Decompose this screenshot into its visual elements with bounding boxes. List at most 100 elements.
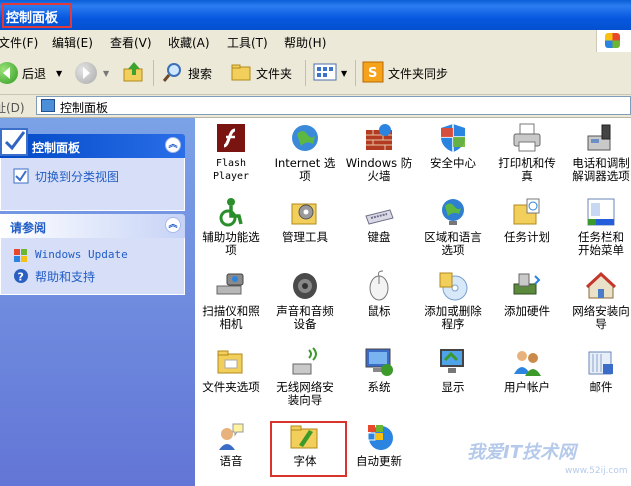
- control-panel-item-label: 无线网络安 装向导: [276, 380, 334, 407]
- menu-edit[interactable]: 编辑(E): [52, 34, 93, 51]
- see-also-header[interactable]: 请参阅 ︽: [0, 214, 185, 238]
- toolbar-separator: [153, 60, 154, 86]
- control-panel-item[interactable]: 打印机和传 真: [491, 122, 563, 183]
- hardware-icon: [511, 270, 543, 302]
- control-panel-item[interactable]: 语音: [195, 420, 267, 468]
- control-panel-item-label: 文件夹选项: [202, 380, 260, 394]
- control-panel-item[interactable]: Windows 防 火墙: [343, 122, 415, 183]
- control-panel-item-label: 自动更新: [356, 454, 402, 468]
- up-folder-button[interactable]: [122, 60, 146, 86]
- category-view-icon: [13, 168, 29, 184]
- collapse-chevron-icon[interactable]: ︽: [165, 217, 181, 233]
- sync-icon: S: [362, 61, 384, 86]
- scanner-icon: [215, 270, 247, 302]
- control-panel-item[interactable]: 安全中心: [417, 122, 489, 170]
- shield-icon: [437, 122, 469, 154]
- add-remove-icon: [437, 270, 469, 302]
- control-panel-item[interactable]: 电话和调制 解调器选项: [565, 122, 631, 183]
- address-input[interactable]: 控制面板: [36, 96, 631, 115]
- control-panel-item[interactable]: Internet 选 项: [269, 122, 341, 183]
- back-label: 后退: [22, 66, 47, 81]
- taskbar-icon: [585, 196, 617, 228]
- control-panel-item[interactable]: Flash Player: [195, 122, 267, 183]
- control-panel-item-label: Flash Player: [212, 158, 250, 182]
- views-icon: [313, 61, 337, 86]
- address-bar: 地址(D) 控制面板: [0, 95, 631, 118]
- control-panel-item[interactable]: 用户帐户: [491, 346, 563, 394]
- views-dropdown-icon[interactable]: ▼: [341, 69, 347, 78]
- search-icon: [162, 61, 184, 86]
- mouse-icon: [363, 270, 395, 302]
- menu-help[interactable]: 帮助(H): [284, 34, 326, 51]
- windows-update-link[interactable]: Windows Update: [1, 246, 184, 266]
- help-support-label: 帮助和支持: [35, 270, 96, 284]
- watermark: 我爱IT技术网 www.52ij.com: [457, 418, 631, 486]
- control-panel-item-label: 显示: [441, 380, 465, 394]
- switch-category-view-label: 切换到分类视图: [35, 170, 120, 184]
- network-home-icon: [585, 270, 617, 302]
- globe-icon: [289, 122, 321, 154]
- control-panel-item[interactable]: 声音和音频 设备: [269, 270, 341, 331]
- control-panel-item[interactable]: 无线网络安 装向导: [269, 346, 341, 407]
- watermark-text: 我爱IT技术网: [467, 442, 576, 463]
- back-button[interactable]: 后退 ▼: [0, 60, 62, 86]
- phone-icon: [585, 122, 617, 154]
- control-panel-item[interactable]: 自动更新: [343, 420, 415, 468]
- watermark-url: www.52ij.com: [565, 466, 628, 476]
- forward-dropdown-icon[interactable]: ▼: [103, 69, 109, 78]
- folder-options-icon: [215, 346, 247, 378]
- control-panel-panel-header[interactable]: 控制面板 ︽: [0, 128, 185, 158]
- control-panel-item[interactable]: 显示: [417, 346, 489, 394]
- control-panel-item[interactable]: 添加或删除 程序: [417, 270, 489, 331]
- control-panel-item[interactable]: 区域和语言 选项: [417, 196, 489, 257]
- search-button[interactable]: 搜索: [162, 60, 212, 86]
- help-icon: ?: [13, 268, 29, 284]
- control-panel-item-label: 鼠标: [367, 304, 391, 318]
- control-panel-item[interactable]: 管理工具: [269, 196, 341, 244]
- control-panel-item-label: 电话和调制 解调器选项: [572, 156, 630, 183]
- folder-sync-button[interactable]: S 文件夹同步: [362, 60, 448, 86]
- control-panel-item-label: 系统: [367, 380, 391, 394]
- control-panel-item-label: 扫描仪和照 相机: [202, 304, 260, 331]
- control-panel-item-label: Internet 选 项: [274, 156, 336, 183]
- control-panel-item-label: 打印机和传 真: [498, 156, 556, 183]
- control-panel-item-label: 管理工具: [282, 230, 328, 244]
- control-panel-item[interactable]: 任务计划: [491, 196, 563, 244]
- forward-button[interactable]: ▼: [75, 60, 109, 86]
- control-panel-item-label: 语音: [219, 454, 243, 468]
- windows-update-icon: [363, 420, 395, 452]
- control-panel-item[interactable]: 网络安装向 导: [565, 270, 631, 331]
- menu-favorites[interactable]: 收藏(A): [168, 34, 210, 51]
- svg-text:?: ?: [18, 271, 24, 284]
- svg-text:S: S: [368, 66, 377, 81]
- control-panel-item-label: Windows 防 火墙: [345, 156, 413, 183]
- help-support-link[interactable]: ? 帮助和支持: [1, 266, 184, 286]
- control-panel-item[interactable]: 键盘: [343, 196, 415, 244]
- back-dropdown-icon[interactable]: ▼: [56, 69, 62, 78]
- menu-view[interactable]: 查看(V): [110, 34, 152, 51]
- control-panel-item[interactable]: 文件夹选项: [195, 346, 267, 394]
- control-panel-item[interactable]: 辅助功能选 项: [195, 196, 267, 257]
- control-panel-item[interactable]: 扫描仪和照 相机: [195, 270, 267, 331]
- control-panel-item[interactable]: 添加硬件: [491, 270, 563, 318]
- back-arrow-icon: [0, 62, 18, 84]
- accessibility-icon: [215, 196, 247, 228]
- address-value: 控制面板: [60, 101, 109, 115]
- collapse-chevron-icon[interactable]: ︽: [165, 137, 181, 153]
- folders-icon: [230, 61, 252, 86]
- see-also-title: 请参阅: [10, 221, 47, 235]
- control-panel-panel-body: 切换到分类视图: [0, 158, 185, 211]
- control-panel-item[interactable]: 鼠标: [343, 270, 415, 318]
- menu-bar: 文件(F) 编辑(E) 查看(V) 收藏(A) 工具(T) 帮助(H): [0, 30, 631, 53]
- menu-file[interactable]: 文件(F): [0, 34, 38, 51]
- control-panel-item[interactable]: 邮件: [565, 346, 631, 394]
- switch-category-view-link[interactable]: 切换到分类视图: [1, 166, 184, 186]
- views-button[interactable]: ▼: [313, 60, 347, 86]
- menu-tools[interactable]: 工具(T): [227, 34, 268, 51]
- control-panel-item[interactable]: 任务栏和 开始菜单: [565, 196, 631, 257]
- control-panel-item[interactable]: 系统: [343, 346, 415, 394]
- users-icon: [511, 346, 543, 378]
- folders-button[interactable]: 文件夹: [230, 60, 292, 86]
- keyboard-icon: [363, 196, 395, 228]
- control-panel-small-icon: [41, 99, 55, 112]
